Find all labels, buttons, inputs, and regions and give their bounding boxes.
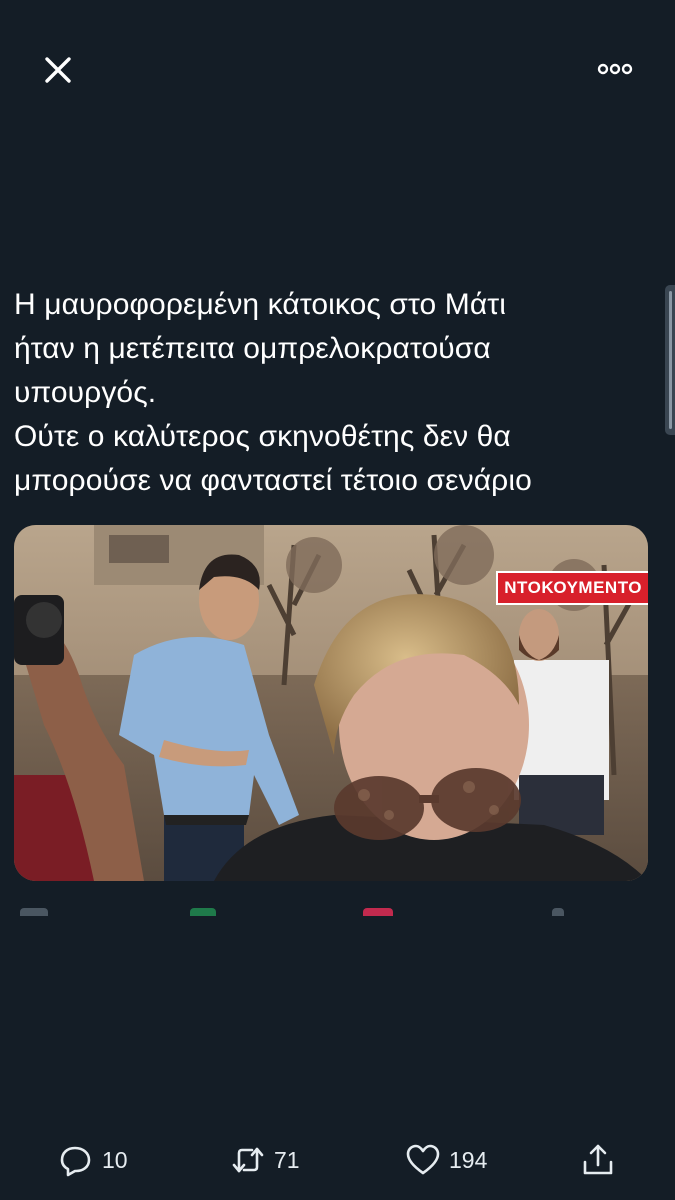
tweet-action-bar: 10 71 194 (0, 1140, 675, 1184)
tweet-photo[interactable]: ΝΤΟΚΟΥΜΕΝΤΟ (14, 525, 648, 881)
reply-icon (60, 1146, 91, 1177)
more-options-button[interactable] (593, 52, 637, 86)
ghost-heart-icon (363, 908, 393, 916)
tweet-text: Η μαυροφορεμένη κάτοικος στο Μάτι ήταν η… (14, 283, 654, 503)
like-button[interactable]: 194 (405, 1140, 487, 1180)
close-button[interactable] (38, 50, 78, 90)
retweet-icon (232, 1147, 264, 1173)
share-button[interactable] (580, 1140, 616, 1180)
tweet-text-line: υπουργός. (14, 376, 157, 409)
reply-count: 10 (102, 1146, 128, 1173)
ghost-reply-icon (20, 908, 48, 916)
heart-icon (406, 1144, 440, 1175)
news-channel-label: ΝΤΟΚΟΥΜΕΝΤΟ (496, 571, 648, 605)
tweet-text-line: Η μαυροφορεμένη κάτοικος στο Μάτι (14, 288, 507, 321)
more-options-icon (597, 63, 633, 75)
tweet-text-line: μπορούσε να φανταστεί τέτοιο σενάριο (14, 464, 532, 497)
share-icon (583, 1144, 613, 1175)
ghost-share-icon (552, 908, 564, 916)
tweet-media-viewer: Η μαυροφορεμένη κάτοικος στο Μάτι ήταν η… (0, 0, 675, 1200)
scrollbar[interactable] (665, 285, 675, 435)
tweet-text-line: ήταν η μετέπειτα ομπρελοκρατούσα (14, 332, 491, 365)
retweet-button[interactable]: 71 (230, 1140, 300, 1180)
like-count: 194 (449, 1146, 488, 1173)
close-icon (45, 57, 71, 83)
ghost-action-row (20, 908, 640, 920)
top-bar (0, 0, 675, 140)
retweet-count: 71 (274, 1146, 300, 1173)
reply-button[interactable]: 10 (58, 1140, 128, 1180)
ghost-retweet-icon (190, 908, 216, 916)
tweet-text-line: Ούτε ο καλύτερος σκηνοθέτης δεν θα (14, 420, 511, 453)
